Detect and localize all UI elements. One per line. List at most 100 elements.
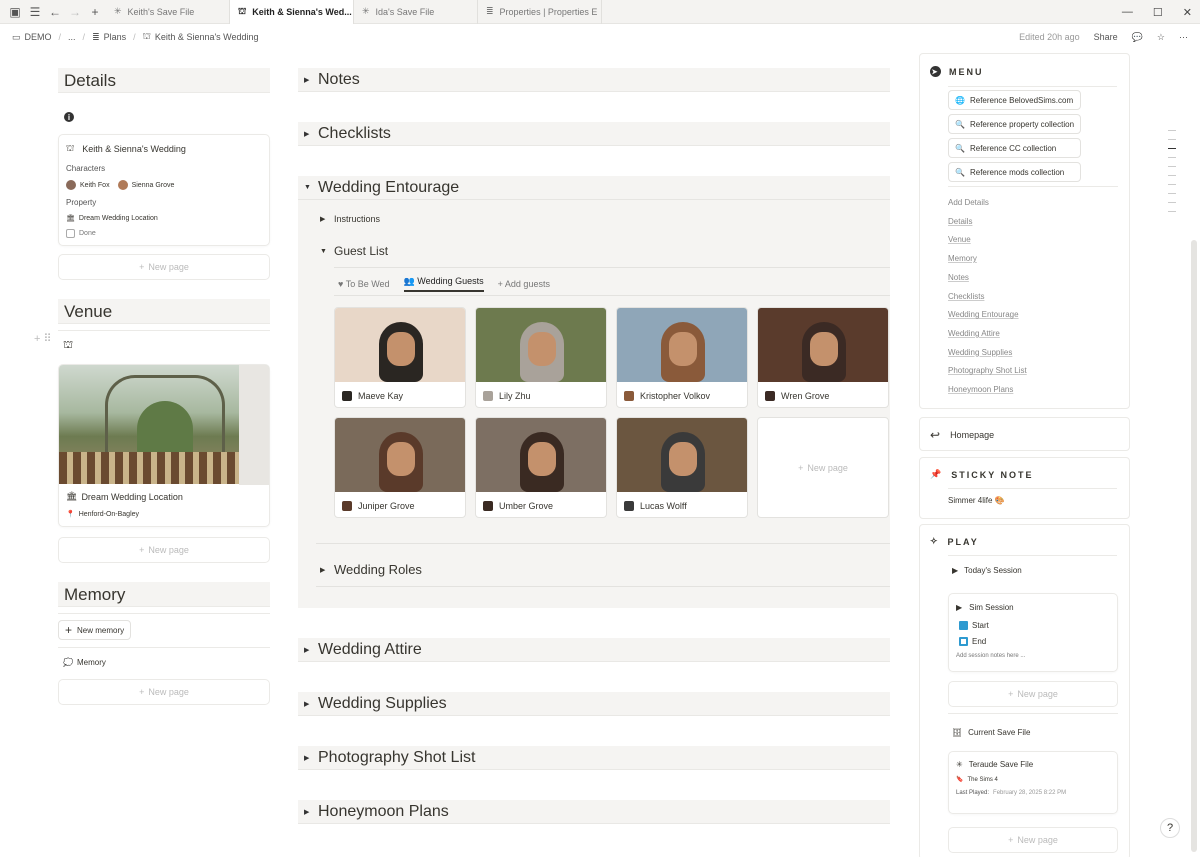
tab-keith-save[interactable]: ✳ Keith's Save File bbox=[106, 0, 230, 24]
sticky-note-text[interactable]: Simmer 4life bbox=[948, 496, 992, 505]
tab-to-be-wed[interactable]: ♥ To Be Wed bbox=[338, 279, 390, 289]
start-button[interactable]: Start bbox=[959, 621, 1110, 630]
stack-icon: ≣ bbox=[92, 31, 100, 42]
plus-icon: + bbox=[65, 623, 73, 637]
guest-card[interactable]: Lucas Wolff bbox=[616, 417, 748, 518]
memory-item[interactable]: 💭 Memory bbox=[58, 647, 270, 677]
toggle-supplies[interactable]: ▶ Wedding Supplies bbox=[298, 692, 890, 716]
breadcrumb-plans[interactable]: ≣ Plans bbox=[92, 32, 126, 43]
guest-card[interactable]: Maeve Kay bbox=[334, 307, 466, 408]
presentation-icon: ▭ bbox=[12, 31, 21, 42]
toggle-instructions[interactable]: ▶ Instructions bbox=[320, 214, 380, 224]
toggle-honeymoon[interactable]: ▶ Honeymoon Plans bbox=[298, 800, 890, 824]
guest-avatar-icon bbox=[342, 500, 352, 511]
new-guest-page[interactable]: + New page bbox=[757, 417, 889, 518]
star-icon[interactable]: ☆ bbox=[1157, 32, 1165, 43]
guest-card[interactable]: Wren Grove bbox=[757, 307, 889, 408]
maximize-icon[interactable]: ☐ bbox=[1153, 6, 1163, 19]
menu-link[interactable]: Details bbox=[948, 217, 972, 226]
scrollbar[interactable] bbox=[1191, 240, 1197, 852]
back-icon[interactable]: ← bbox=[46, 3, 64, 21]
add-guests-button[interactable]: + Add guests bbox=[498, 279, 550, 289]
menu-link[interactable]: Photography Shot List bbox=[948, 366, 1027, 375]
close-window-icon[interactable]: ✕ bbox=[1183, 6, 1192, 19]
drag-handle-icon[interactable]: + ⠿ bbox=[34, 332, 52, 345]
tab-wedding-guests[interactable]: 👥 Wedding Guests bbox=[403, 276, 484, 292]
guest-portrait bbox=[758, 308, 888, 382]
save-file-card[interactable]: ✳ Teraude Save File 🔖 The Sims 4 Last Play… bbox=[948, 751, 1118, 814]
left-column: Details i ⛫ Keith & Sienna's Wedding Char… bbox=[34, 68, 270, 705]
breadcrumb-page[interactable]: ⛫ Keith & Sienna's Wedding bbox=[143, 31, 259, 43]
gazebo-icon: ⛫ bbox=[238, 5, 247, 16]
breadcrumb: ▭ DEMO / ... / ≣ Plans / ⛫ Keith & Sienna's… bbox=[12, 31, 1188, 43]
new-memory-button[interactable]: + New memory bbox=[58, 620, 132, 640]
toggle-guest-list[interactable]: ▼ Guest List bbox=[320, 244, 388, 258]
property-link[interactable]: Dream Wedding Location bbox=[79, 215, 158, 222]
forward-icon[interactable]: → bbox=[66, 3, 84, 21]
menu-link[interactable]: Wedding Supplies bbox=[948, 348, 1012, 357]
toggle-attire[interactable]: ▶ Wedding Attire bbox=[298, 638, 890, 662]
menu-link[interactable]: Add Details bbox=[948, 198, 989, 207]
menu-link[interactable]: Wedding Entourage bbox=[948, 310, 1019, 319]
toggle-photography[interactable]: ▶ Photography Shot List bbox=[298, 746, 890, 770]
toggle-checklists[interactable]: ▶ Checklists bbox=[298, 122, 890, 146]
details-card[interactable]: ⛫ Keith & Sienna's Wedding Characters Kei… bbox=[58, 134, 270, 246]
menu-icon[interactable]: ☰ bbox=[26, 3, 44, 21]
menu-box: ➤ MENU 🌐 Reference BelovedSims.com 🔍 Refere… bbox=[919, 53, 1130, 409]
details-heading: Details bbox=[58, 68, 270, 93]
session-card[interactable]: ▶ Sim Session Start End Add session notes… bbox=[948, 593, 1118, 672]
session-notes[interactable]: Add session notes here ... bbox=[956, 653, 1110, 659]
minimize-icon[interactable]: — bbox=[1122, 6, 1133, 18]
new-tab-icon[interactable]: + bbox=[86, 3, 104, 21]
tab-wedding[interactable]: ⛫Keith & Sienna's Wed...× bbox=[230, 0, 354, 24]
guest-card[interactable]: Lily Zhu bbox=[475, 307, 607, 408]
end-button[interactable]: End bbox=[959, 637, 1110, 646]
ref-property-button[interactable]: 🔍 Reference property collection bbox=[948, 114, 1082, 134]
triangle-right-icon: ▶ bbox=[304, 76, 310, 84]
guest-card[interactable]: Umber Grove bbox=[475, 417, 607, 518]
triangle-right-icon: ▶ bbox=[304, 130, 310, 138]
tab-properties[interactable]: ≣ Properties | Properties E bbox=[478, 0, 602, 24]
current-save-file[interactable]: 🗄 Current Save File bbox=[952, 728, 1030, 737]
breadcrumb-demo[interactable]: ▭ DEMO bbox=[12, 32, 52, 43]
notion-logo-icon[interactable]: ▣ bbox=[6, 3, 24, 21]
menu-link[interactable]: Honeymoon Plans bbox=[948, 385, 1013, 394]
tab-ida-save[interactable]: ✳ Ida's Save File bbox=[354, 0, 478, 24]
guest-name: Kristopher Volkov bbox=[640, 390, 711, 401]
breadcrumb-ellipsis[interactable]: ... bbox=[68, 32, 76, 42]
help-button[interactable]: ? bbox=[1160, 818, 1180, 838]
new-page-button[interactable]: + New page bbox=[948, 827, 1118, 853]
venue-card[interactable]: 🏛 Dream Wedding Location 📍 Henford-On-Bagl… bbox=[58, 364, 270, 527]
menu-link[interactable]: Notes bbox=[948, 273, 969, 282]
menu-link[interactable]: Memory bbox=[948, 254, 977, 263]
guest-card[interactable]: Juniper Grove bbox=[334, 417, 466, 518]
character-link[interactable]: Sienna Grove bbox=[132, 182, 175, 189]
new-page-button[interactable]: + New page bbox=[58, 537, 270, 563]
menu-link[interactable]: Checklists bbox=[948, 292, 984, 301]
ref-belovedsims-button[interactable]: 🌐 Reference BelovedSims.com bbox=[948, 90, 1082, 110]
sticky-note-box: 📌 STICKY NOTE Simmer 4life 🎨 bbox=[919, 457, 1130, 519]
comment-icon[interactable]: 💬 bbox=[1132, 32, 1143, 43]
menu-link[interactable]: Wedding Attire bbox=[948, 329, 1000, 338]
plus-icon: + bbox=[1008, 835, 1014, 845]
new-page-button[interactable]: + New page bbox=[58, 679, 270, 705]
ref-cc-button[interactable]: 🔍 Reference CC collection bbox=[948, 138, 1082, 158]
character-link[interactable]: Keith Fox bbox=[80, 182, 110, 189]
new-page-button[interactable]: + New page bbox=[58, 254, 270, 280]
gazebo-icon: ⛫ bbox=[66, 143, 75, 153]
share-button[interactable]: Share bbox=[1094, 32, 1118, 42]
toggle-wedding-roles[interactable]: ▶ Wedding Roles bbox=[320, 562, 422, 577]
guest-card[interactable]: Kristopher Volkov bbox=[616, 307, 748, 408]
homepage-box[interactable]: ↩ Homepage bbox=[919, 417, 1130, 451]
todays-session[interactable]: ▶ Today's Session bbox=[952, 566, 1117, 575]
toggle-entourage[interactable]: ▼ Wedding Entourage bbox=[298, 176, 890, 200]
toggle-notes[interactable]: ▶ Notes bbox=[298, 68, 890, 92]
asterisk-icon: ✳ bbox=[362, 6, 370, 16]
search-icon: 🔍 bbox=[955, 143, 965, 153]
menu-link[interactable]: Venue bbox=[948, 235, 971, 244]
more-icon[interactable]: ⋯ bbox=[1179, 32, 1188, 43]
menu-title: MENU bbox=[949, 66, 984, 77]
new-page-button[interactable]: + New page bbox=[948, 681, 1118, 707]
done-checkbox[interactable] bbox=[66, 229, 75, 238]
ref-mods-button[interactable]: 🔍 Reference mods collection bbox=[948, 162, 1082, 182]
